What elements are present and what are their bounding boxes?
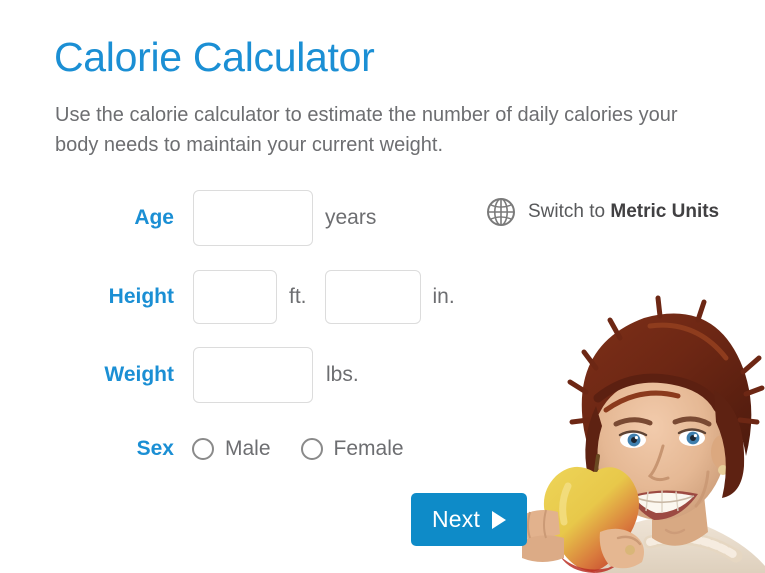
height-label: Height — [108, 285, 174, 308]
next-button-label: Next — [431, 506, 481, 532]
sex-option-male-label: Male — [225, 437, 271, 460]
weight-field-row: Weight lbs. — [96, 347, 359, 403]
age-label: Age — [134, 206, 174, 229]
sex-label: Sex — [136, 437, 174, 460]
weight-label: Weight — [104, 363, 174, 386]
radio-female-icon[interactable] — [300, 438, 323, 460]
age-unit-label: years — [325, 206, 377, 229]
age-input[interactable] — [193, 190, 313, 246]
age-field-row: Age years — [128, 190, 376, 246]
calorie-form: Age years Height ft. in. Weight lbs. Sex… — [0, 0, 765, 573]
arrow-right-icon — [492, 510, 507, 529]
weight-unit-label: lbs. — [326, 363, 359, 386]
height-inches-input[interactable] — [324, 270, 421, 324]
height-field-row: Height ft. in. — [97, 269, 455, 325]
sex-option-female[interactable]: Female — [300, 437, 404, 461]
weight-input[interactable] — [193, 347, 313, 403]
sex-option-female-label: Female — [333, 437, 404, 460]
sex-radio-group: Male Female — [192, 437, 404, 461]
sex-field-row: Sex Male Female — [130, 426, 404, 472]
height-feet-input[interactable] — [193, 270, 277, 324]
sex-option-male[interactable]: Male — [192, 437, 271, 461]
height-feet-unit-label: ft. — [289, 285, 307, 308]
radio-male-icon[interactable] — [192, 438, 214, 460]
calorie-calculator-page: Calorie Calculator Use the calorie calcu… — [0, 0, 765, 573]
next-button[interactable]: Next — [411, 493, 527, 546]
height-inches-unit-label: in. — [432, 285, 455, 308]
